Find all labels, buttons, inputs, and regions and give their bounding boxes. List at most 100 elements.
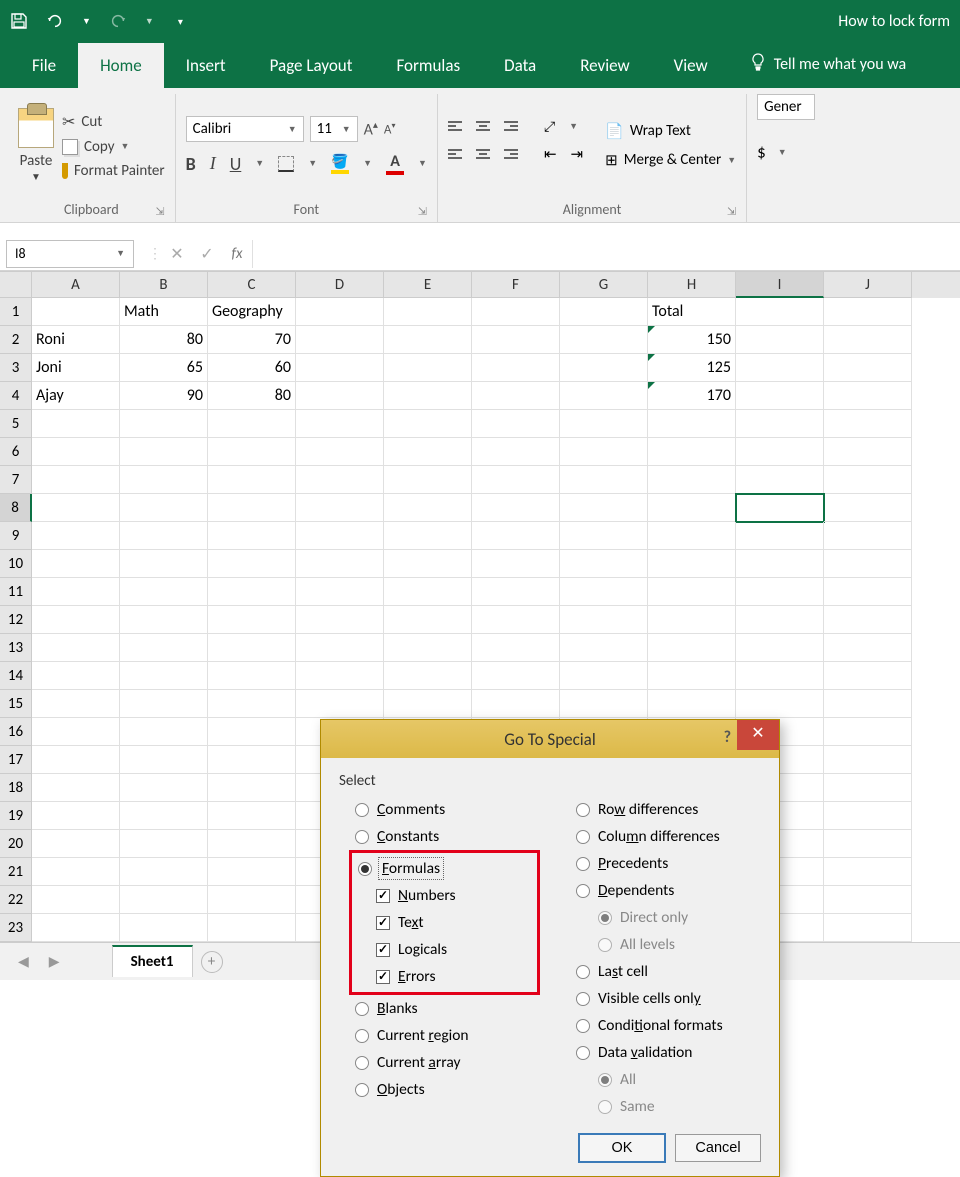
cell-C6[interactable]: [208, 438, 296, 466]
redo-dropdown-icon[interactable]: ▼: [145, 16, 154, 27]
cell-I14[interactable]: [736, 662, 824, 690]
cell-A20[interactable]: [32, 830, 120, 858]
cell-B15[interactable]: [120, 690, 208, 718]
cell-J13[interactable]: [824, 634, 912, 662]
cell-J11[interactable]: [824, 578, 912, 606]
cell-B8[interactable]: [120, 494, 208, 522]
cell-A21[interactable]: [32, 858, 120, 886]
cell-E3[interactable]: [384, 354, 472, 382]
cell-B17[interactable]: [120, 746, 208, 774]
col-header-C[interactable]: C: [208, 272, 296, 298]
cell-F14[interactable]: [472, 662, 560, 690]
cell-H10[interactable]: [648, 550, 736, 578]
row-header-8[interactable]: 8: [0, 494, 32, 522]
row-header-16[interactable]: 16: [0, 718, 32, 746]
row-header-6[interactable]: 6: [0, 438, 32, 466]
cell-J22[interactable]: [824, 886, 912, 914]
cell-I11[interactable]: [736, 578, 824, 606]
cell-E14[interactable]: [384, 662, 472, 690]
cell-J16[interactable]: [824, 718, 912, 746]
increase-font-icon[interactable]: A▴: [364, 118, 378, 139]
row-header-7[interactable]: 7: [0, 466, 32, 494]
cell-A2[interactable]: Roni: [32, 326, 120, 354]
cell-G5[interactable]: [560, 410, 648, 438]
cell-E4[interactable]: [384, 382, 472, 410]
cell-B12[interactable]: [120, 606, 208, 634]
col-header-D[interactable]: D: [296, 272, 384, 298]
dialog-titlebar[interactable]: Go To Special ? ✕: [321, 720, 779, 758]
italic-button[interactable]: I: [210, 153, 216, 174]
radio-current-region[interactable]: Current region: [339, 1022, 540, 1049]
col-header-B[interactable]: B: [120, 272, 208, 298]
row-header-20[interactable]: 20: [0, 830, 32, 858]
cell-B14[interactable]: [120, 662, 208, 690]
cell-F4[interactable]: [472, 382, 560, 410]
cell-A14[interactable]: [32, 662, 120, 690]
cell-I9[interactable]: [736, 522, 824, 550]
close-icon[interactable]: ✕: [737, 720, 779, 750]
name-box-dropdown-icon[interactable]: ▼: [116, 248, 125, 259]
cell-C8[interactable]: [208, 494, 296, 522]
radio-conditional-formats[interactable]: Conditional formats: [560, 1012, 761, 1039]
check-logicals[interactable]: Logicals: [354, 936, 533, 963]
cell-J7[interactable]: [824, 466, 912, 494]
cell-B3[interactable]: 65: [120, 354, 208, 382]
new-sheet-icon[interactable]: +: [201, 951, 223, 973]
radio-blanks[interactable]: Blanks: [339, 995, 540, 1022]
cell-J10[interactable]: [824, 550, 912, 578]
cell-B13[interactable]: [120, 634, 208, 662]
font-size-select[interactable]: 11▼: [310, 116, 358, 142]
bold-button[interactable]: B: [186, 153, 196, 175]
increase-indent-icon[interactable]: ⇥: [571, 145, 584, 164]
cell-A8[interactable]: [32, 494, 120, 522]
format-painter-button[interactable]: Format Painter: [62, 162, 165, 180]
row-header-11[interactable]: 11: [0, 578, 32, 606]
cell-A17[interactable]: [32, 746, 120, 774]
cell-G1[interactable]: [560, 298, 648, 326]
tab-review[interactable]: Review: [558, 43, 651, 88]
insert-function-icon[interactable]: fx: [222, 245, 252, 263]
cell-E8[interactable]: [384, 494, 472, 522]
radio-comments[interactable]: Comments: [339, 796, 540, 823]
cell-D15[interactable]: [296, 690, 384, 718]
tab-view[interactable]: View: [652, 43, 730, 88]
cell-B5[interactable]: [120, 410, 208, 438]
cell-E13[interactable]: [384, 634, 472, 662]
row-header-9[interactable]: 9: [0, 522, 32, 550]
undo-dropdown-icon[interactable]: ▼: [82, 16, 91, 27]
cell-J8[interactable]: [824, 494, 912, 522]
cell-J19[interactable]: [824, 802, 912, 830]
cell-C20[interactable]: [208, 830, 296, 858]
cell-C7[interactable]: [208, 466, 296, 494]
borders-button[interactable]: [278, 156, 294, 172]
cell-C18[interactable]: [208, 774, 296, 802]
cell-E2[interactable]: [384, 326, 472, 354]
cell-H14[interactable]: [648, 662, 736, 690]
cell-I4[interactable]: [736, 382, 824, 410]
cell-J12[interactable]: [824, 606, 912, 634]
align-right-icon[interactable]: [504, 149, 518, 159]
check-errors[interactable]: Errors: [354, 963, 533, 990]
row-header-17[interactable]: 17: [0, 746, 32, 774]
cell-F8[interactable]: [472, 494, 560, 522]
row-header-1[interactable]: 1: [0, 298, 32, 326]
clipboard-launcher-icon[interactable]: ⇲: [155, 205, 164, 218]
cell-J15[interactable]: [824, 690, 912, 718]
cell-D5[interactable]: [296, 410, 384, 438]
cell-B21[interactable]: [120, 858, 208, 886]
cell-D3[interactable]: [296, 354, 384, 382]
cell-D2[interactable]: [296, 326, 384, 354]
currency-button[interactable]: $: [757, 142, 766, 163]
cell-J5[interactable]: [824, 410, 912, 438]
cell-J18[interactable]: [824, 774, 912, 802]
save-icon[interactable]: [10, 12, 28, 30]
cell-G15[interactable]: [560, 690, 648, 718]
cell-D6[interactable]: [296, 438, 384, 466]
radio-last-cell[interactable]: Last cell: [560, 958, 761, 985]
font-color-button[interactable]: A: [386, 152, 404, 175]
cell-H4[interactable]: 170: [648, 382, 736, 410]
radio-column-differences[interactable]: Column differences: [560, 823, 761, 850]
cell-C16[interactable]: [208, 718, 296, 746]
tab-file[interactable]: File: [10, 43, 78, 88]
tab-home[interactable]: Home: [78, 43, 164, 88]
